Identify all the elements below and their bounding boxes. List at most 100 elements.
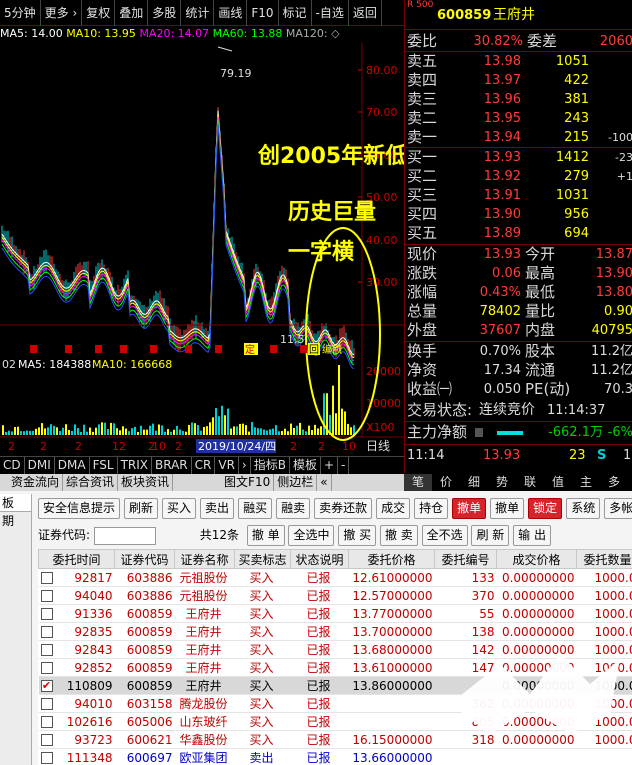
refresh-list-button[interactable]: 刷 新 [471,525,510,546]
detail-tab-7[interactable]: 多 [600,474,628,491]
toolbar-item-9[interactable]: -自选 [312,0,349,26]
cancel-buy-button[interactable]: 撤 买 [338,525,377,546]
row-checkbox[interactable] [40,644,53,656]
detail-tab-4[interactable]: 联 [516,474,544,491]
cancel-sell-button[interactable]: 撤 卖 [379,525,418,546]
action-button-3[interactable]: 卖出 [200,498,235,519]
toolbar-item-8[interactable]: 标记 [279,0,312,26]
toolbar-item-5[interactable]: 统计 [181,0,215,26]
period-label[interactable]: 日线 [366,439,390,453]
ask-price[interactable]: 13.95 [484,109,521,128]
cancel-order-button[interactable]: 撤 单 [246,525,285,546]
row-checkbox[interactable] [40,608,53,620]
toolbar-item-3[interactable]: 叠加 [115,0,149,26]
indicator-tab-8[interactable]: › [239,456,251,474]
ask-price[interactable]: 13.98 [484,52,521,71]
action-button-1[interactable]: 刷新 [124,498,159,519]
detail-tab-0[interactable]: 笔 [404,474,432,491]
indicator-tab-0[interactable]: CD [0,456,25,474]
column-header[interactable]: 状态说明 [290,549,349,569]
action-button-13[interactable]: 多帐号 [604,498,632,519]
row-checkbox[interactable] [40,662,53,674]
toolbar-item-4[interactable]: 多股 [148,0,182,26]
action-button-5[interactable]: 融卖 [276,498,311,519]
bid-price[interactable]: 13.90 [484,205,521,224]
box-icon-bian[interactable]: 编额 [322,343,342,356]
bid-price[interactable]: 13.91 [484,186,521,205]
column-header[interactable]: 委托编号 [434,549,497,569]
detail-tab-2[interactable]: 细 [460,474,488,491]
column-header[interactable]: 买卖标志 [234,549,291,569]
indicator-tab-6[interactable]: CR [192,456,216,474]
code-filter-input[interactable] [93,526,156,545]
column-header[interactable]: 成交价格 [496,549,577,569]
action-button-11[interactable]: 锁定 [528,498,563,519]
row-checkbox[interactable] [40,752,53,764]
detail-tab-1[interactable]: 价 [432,474,460,491]
detail-tab-3[interactable]: 势 [488,474,516,491]
order-row[interactable]: 94040 603886 元祖股份 买入 已报 12.57000000 370 0.00000… [38,586,632,605]
indicator-tab-12[interactable]: - [338,456,350,474]
action-button-8[interactable]: 持仓 [414,498,449,519]
order-row[interactable]: 92817 603886 元祖股份 买入 已报 12.61000000 133 0.00000… [38,568,632,587]
column-header[interactable]: 委托价格 [348,549,435,569]
indicator-tab-9[interactable]: 指标B [251,456,290,474]
deselect-all-button[interactable]: 全不选 [421,525,468,546]
action-button-4[interactable]: 融买 [238,498,273,519]
info-tab-5[interactable]: « [317,474,332,491]
box-icon-ding[interactable]: 定 [245,343,255,356]
info-tab-3[interactable]: 图文F10 [221,474,275,491]
action-button-7[interactable]: 成交 [376,498,411,519]
row-checkbox[interactable]: ✔ [40,680,53,692]
column-header[interactable]: 证券代码 [114,549,175,569]
action-button-2[interactable]: 买入 [162,498,197,519]
indicator-tab-11[interactable]: + [321,456,339,474]
indicator-tab-10[interactable]: 模板 [290,456,321,474]
info-tab-4[interactable]: 侧边栏 [274,474,318,491]
indicator-tab-3[interactable]: FSL [90,456,118,474]
column-header[interactable]: 委托时间 [38,549,115,569]
action-button-12[interactable]: 系统 [566,498,601,519]
detail-tab-5[interactable]: 值 [544,474,572,491]
bid-price[interactable]: 13.92 [484,167,521,186]
toolbar-item-7[interactable]: F10 [247,0,279,26]
ask-price[interactable]: 13.97 [484,71,521,90]
box-icon-hui[interactable]: 回 [309,344,319,356]
kline-chart[interactable]: 80.0070.0060.0050.0040.0030.00 200001000… [0,27,404,457]
sidebar-item-2[interactable]: 期 [0,512,31,530]
toolbar-item-6[interactable]: 画线 [214,0,248,26]
action-button-10[interactable]: 撤单 [490,498,525,519]
action-button-9[interactable]: 撤单 [452,498,487,519]
row-checkbox[interactable] [40,572,53,584]
toolbar-item-10[interactable]: 返回 [349,0,382,26]
toolbar-item-2[interactable]: 复权 [82,0,116,26]
indicator-tab-7[interactable]: VR [215,456,239,474]
bid-price[interactable]: 13.89 [484,224,521,243]
indicator-tab-2[interactable]: DMA [55,456,90,474]
row-checkbox[interactable] [40,626,53,638]
indicator-tab-5[interactable]: BRAR [152,456,192,474]
column-header[interactable]: 委托数量 [576,549,632,569]
row-checkbox[interactable] [40,734,53,746]
row-checkbox[interactable] [40,590,53,602]
bid-price[interactable]: 13.93 [484,148,521,167]
toolbar-item-0[interactable]: 5分钟 [0,0,41,26]
ask-price[interactable]: 13.94 [484,128,521,147]
sidebar-item-1[interactable]: 板 [0,494,31,512]
action-button-0[interactable]: 安全信息提示 [38,498,121,519]
detail-tab-6[interactable]: 主 [572,474,600,491]
info-tab-0[interactable]: 资金流向 [8,474,64,491]
action-button-6[interactable]: 卖券还款 [314,498,373,519]
row-checkbox[interactable] [40,716,53,728]
indicator-tab-1[interactable]: DMI [25,456,55,474]
toolbar-item-1[interactable]: 更多 › [41,0,83,26]
column-header[interactable]: 证券名称 [174,549,235,569]
info-tab-1[interactable]: 综合资讯 [63,474,119,491]
export-button[interactable]: 输 出 [513,525,551,546]
order-row[interactable]: 91336 600859 王府井 买入 已报 13.77000000 55 0.0000000… [38,604,632,623]
select-all-button[interactable]: 全选中 [288,525,335,546]
row-checkbox[interactable] [40,698,53,710]
ask-price[interactable]: 13.96 [484,90,521,109]
indicator-tab-4[interactable]: TRIX [118,456,153,474]
info-tab-2[interactable]: 板块资讯 [118,474,174,491]
